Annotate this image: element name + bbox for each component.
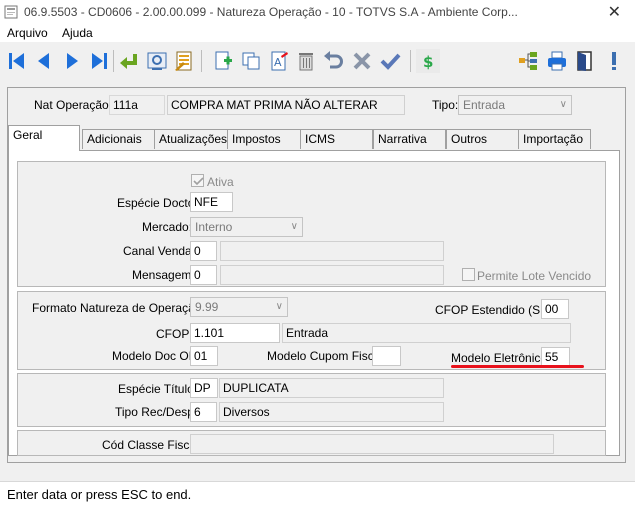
- tab-strip: Geral Adicionais Atualizações Impostos I…: [8, 123, 628, 151]
- tab-atualizacoes[interactable]: Atualizações: [154, 129, 232, 149]
- formato-select[interactable]: 9.99 ∨: [190, 297, 288, 317]
- list-icon[interactable]: [172, 49, 196, 73]
- tree-icon[interactable]: [516, 49, 540, 73]
- especie-docto-field[interactable]: NFE: [190, 192, 233, 212]
- tab-impostos[interactable]: Impostos: [227, 129, 302, 149]
- especie-titulo-code[interactable]: DP: [190, 378, 218, 398]
- title-bar: 06.9.5503 - CD0606 - 2.00.00.099 - Natur…: [0, 0, 635, 24]
- tab-importacao[interactable]: Importação: [518, 129, 591, 149]
- modelo-cupom-field[interactable]: [372, 346, 401, 366]
- tab-narrativa[interactable]: Narrativa: [373, 129, 446, 149]
- chevron-down-icon: ∨: [275, 301, 283, 312]
- dollar-icon[interactable]: $: [416, 49, 440, 73]
- menu-bar: Arquivo Ajuda: [0, 24, 635, 42]
- especie-titulo-label: Espécie Título:: [118, 382, 198, 396]
- copy-icon[interactable]: [239, 49, 263, 73]
- canal-venda-code[interactable]: 0: [190, 241, 217, 261]
- canal-venda-desc: [220, 241, 444, 261]
- cfop-desc: Entrada: [282, 323, 571, 343]
- ativa-checkbox[interactable]: [191, 174, 204, 187]
- menu-arquivo[interactable]: Arquivo: [7, 26, 48, 40]
- delete-icon[interactable]: [294, 49, 318, 73]
- cfop-estendido-field[interactable]: 00: [541, 299, 569, 319]
- especie-docto-label: Espécie Docto:: [117, 196, 198, 210]
- prev-record-icon[interactable]: [32, 49, 56, 73]
- especie-titulo-desc: DUPLICATA: [219, 378, 444, 398]
- highlight-underline: [451, 365, 584, 368]
- tab-icms[interactable]: ICMS: [300, 129, 373, 149]
- go-to-icon[interactable]: [117, 49, 141, 73]
- app-icon: [4, 5, 18, 19]
- tipo-label: Tipo:: [432, 98, 459, 112]
- cod-classe-field[interactable]: [190, 434, 554, 454]
- cancel-icon[interactable]: [350, 49, 374, 73]
- tipo-select[interactable]: Entrada ∨: [458, 95, 572, 115]
- modelo-cupom-label: Modelo Cupom Fiscal:: [267, 349, 387, 363]
- nat-operacao-code[interactable]: 111a: [109, 95, 165, 115]
- menu-ajuda[interactable]: Ajuda: [62, 26, 93, 40]
- permite-lote-checkbox[interactable]: [462, 268, 475, 281]
- mensagem-desc: [220, 265, 444, 285]
- nat-operacao-desc: COMPRA MAT PRIMA NÃO ALTERAR: [167, 95, 405, 115]
- tab-outros[interactable]: Outros: [446, 129, 519, 149]
- search-icon[interactable]: [145, 49, 169, 73]
- mensagem-code[interactable]: 0: [190, 265, 217, 285]
- chevron-down-icon: ∨: [559, 99, 567, 110]
- tipo-rec-desc: Diversos: [219, 402, 444, 422]
- nat-operacao-label: Nat Operação:: [34, 98, 113, 112]
- cfop-label: CFOP:: [156, 327, 193, 341]
- tab-geral[interactable]: Geral: [8, 125, 80, 151]
- canal-venda-label: Canal Venda:: [123, 244, 196, 258]
- svg-text:$: $: [423, 53, 433, 71]
- modelo-eletronico-field[interactable]: 55: [541, 347, 570, 367]
- svg-text:A: A: [274, 56, 282, 69]
- tab-adicionais[interactable]: Adicionais: [82, 129, 160, 149]
- print-icon[interactable]: [545, 49, 569, 73]
- cod-classe-label: Cód Classe Fiscal:: [102, 438, 203, 452]
- tipo-rec-label: Tipo Rec/Desp:: [115, 405, 198, 419]
- exit-icon[interactable]: [573, 49, 597, 73]
- cfop-estendido-label: CFOP Estendido (SE):: [435, 303, 556, 317]
- first-record-icon[interactable]: [5, 49, 29, 73]
- modelo-doc-field[interactable]: 01: [190, 346, 218, 366]
- help-icon[interactable]: [602, 49, 626, 73]
- check-icon: [193, 177, 204, 186]
- mercado-label: Mercado:: [142, 220, 193, 234]
- ativa-label: Ativa: [207, 175, 234, 189]
- mensagem-label: Mensagem:: [132, 268, 195, 282]
- mercado-select[interactable]: Interno ∨: [190, 217, 303, 237]
- status-bar: Enter data or press ESC to end.: [0, 481, 635, 508]
- toolbar: A $: [0, 42, 635, 80]
- window-title: 06.9.5503 - CD0606 - 2.00.00.099 - Natur…: [24, 5, 518, 19]
- last-record-icon[interactable]: [87, 49, 111, 73]
- modelo-doc-label: Modelo Doc OF:: [112, 349, 200, 363]
- undo-icon[interactable]: [322, 49, 346, 73]
- tipo-rec-code[interactable]: 6: [190, 402, 217, 422]
- edit-icon[interactable]: A: [267, 49, 291, 73]
- modelo-eletronico-label: Modelo Eletrônico:: [451, 351, 551, 365]
- close-icon[interactable]: ✕: [608, 2, 621, 22]
- cfop-field[interactable]: 1.101: [190, 323, 280, 343]
- chevron-down-icon: ∨: [290, 221, 298, 232]
- new-icon[interactable]: [211, 49, 235, 73]
- formato-label: Formato Natureza de Operação:: [32, 301, 205, 315]
- next-record-icon[interactable]: [60, 49, 84, 73]
- confirm-icon[interactable]: [378, 49, 402, 73]
- permite-lote-label: Permite Lote Vencido: [477, 269, 592, 283]
